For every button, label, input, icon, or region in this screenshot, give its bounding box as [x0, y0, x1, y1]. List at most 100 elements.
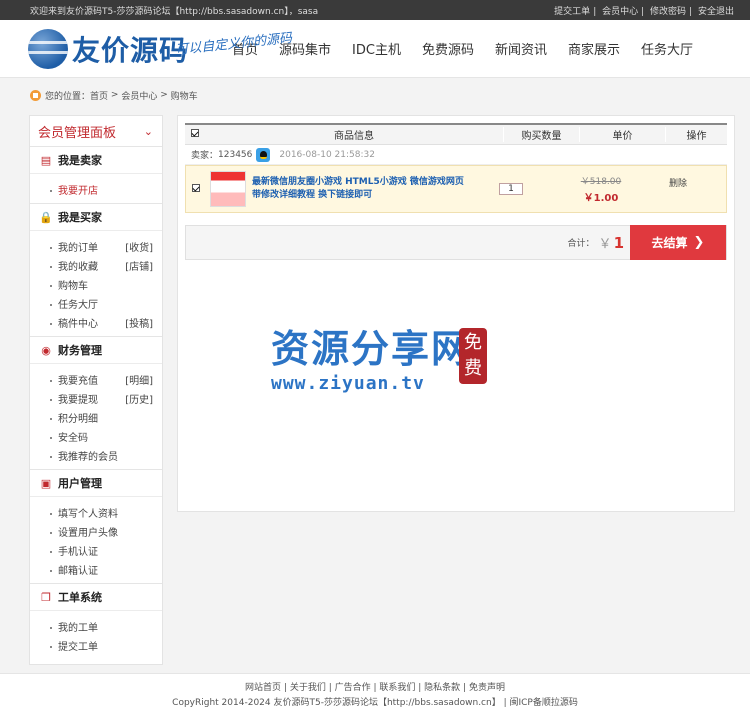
sidebar-item-favorites[interactable]: 我的收藏 [店铺]: [30, 256, 162, 275]
sidebar-group-label: 我是卖家: [58, 154, 102, 167]
cart-header-row: 商品信息 购买数量 单价 操作: [185, 123, 727, 145]
shop-icon: ▤: [40, 153, 52, 167]
breadcrumb-home[interactable]: 首页: [90, 89, 108, 102]
product-thumbnail[interactable]: [210, 171, 246, 207]
cart-summary-bar: 合计： ￥ 1 去结算 ❯: [185, 225, 727, 260]
sidebar-group-tickets: ❐ 工单系统 我的工单 提交工单: [30, 584, 162, 659]
sidebar-item-manuscripts[interactable]: 稿件中心 [投稿]: [30, 313, 162, 332]
sidebar-group-title: ▣ 用户管理: [30, 470, 162, 497]
lock-icon: 🔒: [39, 210, 53, 224]
sidebar-group-label: 工单系统: [58, 591, 102, 604]
nav-free-source[interactable]: 免费源码: [422, 39, 474, 58]
sidebar-item-profile[interactable]: 填写个人资料: [30, 503, 162, 522]
sidebar-item-submit-ticket[interactable]: 提交工单: [30, 636, 162, 655]
footer-link-disclaimer[interactable]: 免责声明: [469, 683, 505, 693]
breadcrumb-member-center[interactable]: 会员中心: [121, 89, 157, 102]
sidebar-item-task-hall[interactable]: 任务大厅: [30, 294, 162, 313]
withdraw-history-link[interactable]: [历史]: [125, 391, 153, 406]
breadcrumb-prefix: 您的位置：: [45, 91, 91, 102]
sidebar-group-user: ▣ 用户管理 填写个人资料 设置用户头像 手机认证 邮箱认证: [30, 470, 162, 584]
col-product-info: 商品信息: [334, 131, 374, 142]
qq-chat-icon[interactable]: [256, 147, 271, 162]
delete-item-link[interactable]: 删除: [646, 176, 710, 189]
sidebar-group-label: 财务管理: [58, 344, 102, 357]
col-unit-price: 单价: [579, 127, 665, 142]
sidebar-item-phone-verify[interactable]: 手机认证: [30, 541, 162, 560]
footer-links: 网站首页 | 关于我们 | 广告合作 | 联系我们 | 隐私条款 | 免责声明: [245, 683, 505, 693]
recharge-details-link[interactable]: [明细]: [125, 372, 153, 387]
product-title-link[interactable]: 最新微信朋友圈小游戏 HTML5小游戏 微信游戏网页 带修改详细教程 换下链接即…: [252, 176, 466, 202]
sidebar-item-cart[interactable]: 购物车: [30, 275, 162, 294]
footer-link-privacy[interactable]: 隐私条款: [424, 683, 460, 693]
submit-manuscript-link[interactable]: [投稿]: [125, 315, 153, 330]
original-price: ￥518.00: [580, 177, 622, 187]
chevron-down-icon: ⌄: [143, 124, 153, 138]
current-price: ￥1.00: [583, 193, 619, 204]
order-time: 2016-08-10 21:58:32: [279, 149, 375, 160]
main-nav: 首页 源码集市 IDC主机 免费源码 新闻资讯 商家展示 任务大厅: [232, 39, 714, 58]
sidebar-item-my-tickets[interactable]: 我的工单: [30, 617, 162, 636]
member-center-link[interactable]: 会员中心: [602, 7, 638, 17]
sidebar-group-seller: ▤ 我是卖家 我要开店: [30, 147, 162, 204]
sidebar-title-text: 会员管理面板: [38, 125, 117, 141]
cart-item-row: 最新微信朋友圈小游戏 HTML5小游戏 微信游戏网页 带修改详细教程 换下链接即…: [185, 165, 727, 213]
sidebar-group-label: 用户管理: [58, 477, 102, 490]
cart-panel: 商品信息 购买数量 单价 操作 卖家： 123456 2016-08-10 21…: [177, 115, 735, 512]
sidebar-group-title: ❐ 工单系统: [30, 584, 162, 611]
globe-logo-icon: [28, 28, 68, 69]
ticket-icon: ❐: [41, 590, 51, 604]
footer-link-ads[interactable]: 广告合作: [335, 683, 371, 693]
sidebar-group-title: ▤ 我是卖家: [30, 147, 162, 174]
shop-favorites-link[interactable]: [店铺]: [125, 258, 153, 273]
seller-name: 123456: [218, 149, 253, 160]
sidebar-item-recharge[interactable]: 我要充值 [明细]: [30, 370, 162, 389]
sidebar-group-title: ◉ 财务管理: [30, 337, 162, 364]
breadcrumb: 您的位置： 首页 > 会员中心 > 购物车: [0, 78, 750, 112]
sidebar-group-label: 我是买家: [58, 211, 102, 224]
sidebar-group-finance: ◉ 财务管理 我要充值 [明细] 我要提现 [历史] 积分明细 安全码 我推荐的会员: [30, 337, 162, 470]
quantity-input[interactable]: 1: [499, 183, 523, 195]
footer-link-contact[interactable]: 联系我们: [379, 683, 415, 693]
select-all-checkbox[interactable]: [191, 129, 199, 137]
member-sidebar: 会员管理面板 ⌄ ▤ 我是卖家 我要开店 🔒 我是买家 我的订单 [收货] 我的收…: [29, 115, 163, 665]
sidebar-item-referrals[interactable]: 我推荐的会员: [30, 446, 162, 465]
footer-link-home[interactable]: 网站首页: [245, 683, 281, 693]
sidebar-item-open-shop[interactable]: 我要开店: [30, 180, 162, 199]
finance-icon: ◉: [41, 343, 51, 357]
top-bar: 欢迎来到友价源码T5-莎莎源码论坛【http://bbs.sasadown.cn…: [0, 0, 750, 20]
welcome-text: 欢迎来到友价源码T5-莎莎源码论坛【http://bbs.sasadown.cn…: [30, 6, 319, 17]
seal-char-bottom: 费: [464, 358, 482, 379]
nav-merchants[interactable]: 商家展示: [568, 39, 620, 58]
checkout-label: 去结算: [651, 236, 688, 250]
sidebar-item-points[interactable]: 积分明细: [30, 408, 162, 427]
page-footer: 网站首页 | 关于我们 | 广告合作 | 联系我们 | 隐私条款 | 免责声明 …: [0, 673, 750, 710]
currency-symbol: ￥: [598, 237, 612, 252]
sidebar-item-email-verify[interactable]: 邮箱认证: [30, 560, 162, 579]
sidebar-item-my-orders[interactable]: 我的订单 [收货]: [30, 237, 162, 256]
nav-news[interactable]: 新闻资讯: [495, 39, 547, 58]
sidebar-item-withdraw[interactable]: 我要提现 [历史]: [30, 389, 162, 408]
seal-char-top: 免: [464, 332, 482, 353]
copyright-text: CopyRight 2014-2024 友价源码T5-莎莎源码论坛【http:/…: [172, 698, 578, 708]
seller-label: 卖家：: [191, 151, 219, 161]
item-checkbox[interactable]: [192, 183, 200, 192]
change-password-link[interactable]: 修改密码: [650, 7, 686, 17]
home-icon: [30, 89, 41, 101]
sidebar-title[interactable]: 会员管理面板 ⌄: [30, 116, 162, 147]
total-label: 合计：: [567, 239, 595, 249]
sidebar-item-avatar[interactable]: 设置用户头像: [30, 522, 162, 541]
receive-link[interactable]: [收货]: [125, 239, 153, 254]
sidebar-group-buyer: 🔒 我是买家 我的订单 [收货] 我的收藏 [店铺] 购物车 任务大厅 稿件中心 [投…: [30, 204, 162, 337]
sidebar-item-security-code[interactable]: 安全码: [30, 427, 162, 446]
footer-link-about[interactable]: 关于我们: [290, 683, 326, 693]
checkout-button[interactable]: 去结算 ❯: [630, 225, 726, 260]
nav-task-hall[interactable]: 任务大厅: [641, 39, 693, 58]
watermark-seal: 免 费: [459, 328, 487, 384]
chevron-right-icon: ❯: [693, 235, 705, 250]
breadcrumb-separator: >: [160, 90, 168, 100]
nav-idc-host[interactable]: IDC主机: [352, 39, 401, 58]
breadcrumb-separator: >: [110, 90, 119, 100]
sidebar-group-title: 🔒 我是买家: [30, 204, 162, 231]
logout-link[interactable]: 安全退出: [698, 7, 734, 17]
submit-ticket-link[interactable]: 提交工单: [554, 7, 590, 17]
